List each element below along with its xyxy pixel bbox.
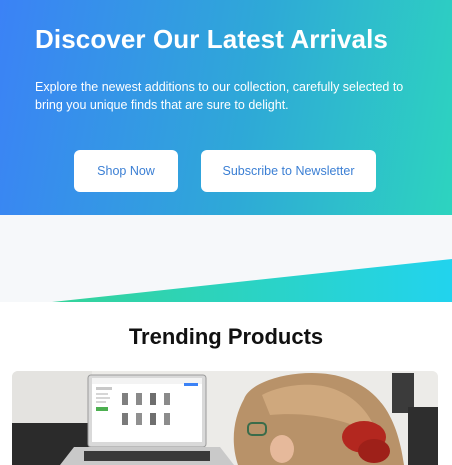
product-card-image[interactable] [12,371,438,465]
shop-now-button[interactable]: Shop Now [74,150,178,192]
diagonal-stripe-graphic [52,259,452,302]
trending-products-heading: Trending Products [128,324,324,349]
hero-banner: Discover Our Latest Arrivals Explore the… [0,0,452,215]
decorative-wave-band [0,215,452,302]
product-photo-laptop-person [12,371,438,465]
hero-subtitle: Explore the newest additions to our coll… [35,80,404,112]
subscribe-newsletter-button[interactable]: Subscribe to Newsletter [201,150,376,192]
hero-title: Discover Our Latest Arrivals [35,24,388,54]
